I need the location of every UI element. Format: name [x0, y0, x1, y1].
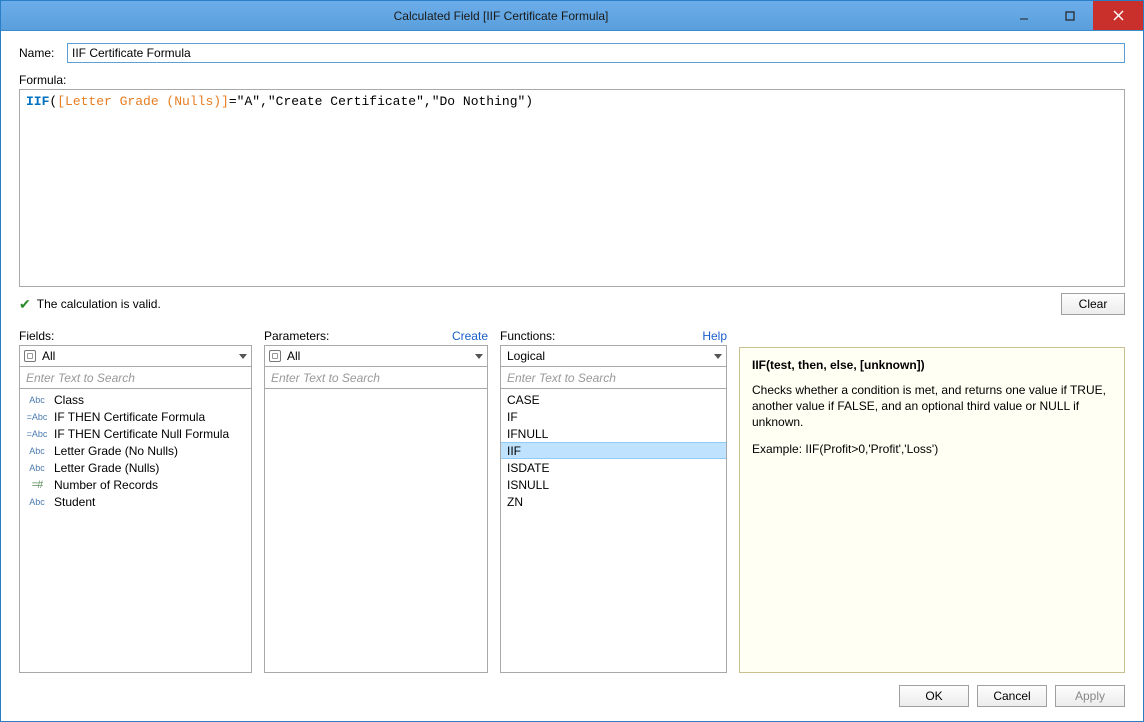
fields-dropdown[interactable]: All [19, 345, 252, 367]
list-item-label: IFNULL [507, 427, 548, 441]
list-item-label: Number of Records [54, 478, 158, 492]
functions-list[interactable]: CASE IF IFNULL IIF ISDATE ISNULL ZN [500, 389, 727, 673]
chevron-down-icon [475, 354, 483, 359]
function-help-box: IIF(test, then, else, [unknown]) Checks … [739, 347, 1125, 673]
list-item-label: CASE [507, 393, 540, 407]
fields-label: Fields: [19, 329, 54, 343]
list-item[interactable]: IIF [501, 442, 726, 459]
list-item-label: ZN [507, 495, 523, 509]
functions-label: Functions: [500, 329, 555, 343]
ok-button[interactable]: OK [899, 685, 969, 707]
window-title: Calculated Field [IIF Certificate Formul… [1, 9, 1001, 23]
list-item[interactable]: Abc Letter Grade (No Nulls) [20, 442, 251, 459]
list-item-label: IF THEN Certificate Null Formula [54, 427, 229, 441]
field-type-icon: Abc [26, 446, 48, 456]
formula-token-func: IIF [26, 94, 49, 109]
field-type-icon: =Abc [26, 429, 48, 439]
apply-button[interactable]: Apply [1055, 685, 1125, 707]
parameters-search-input[interactable] [271, 371, 481, 385]
parameters-dropdown[interactable]: All [264, 345, 488, 367]
list-item-label: Class [54, 393, 84, 407]
check-icon: ✔ [19, 296, 31, 313]
maximize-button[interactable] [1047, 1, 1093, 30]
functions-search-input[interactable] [507, 371, 720, 385]
list-item[interactable]: ZN [501, 493, 726, 510]
list-item[interactable]: ISDATE [501, 459, 726, 476]
field-type-icon: Abc [26, 463, 48, 473]
fields-search-input[interactable] [26, 371, 245, 385]
functions-dropdown[interactable]: Logical [500, 345, 727, 367]
formula-label: Formula: [19, 73, 1125, 87]
name-input[interactable] [67, 43, 1125, 63]
parameters-list[interactable] [264, 389, 488, 673]
field-type-icon: Abc [26, 497, 48, 507]
box-icon [24, 350, 36, 362]
list-item-label: IIF [507, 444, 521, 458]
list-item-label: Student [54, 495, 95, 509]
list-item-label: Letter Grade (No Nulls) [54, 444, 178, 458]
list-item[interactable]: =Abc IF THEN Certificate Null Formula [20, 425, 251, 442]
cancel-button[interactable]: Cancel [977, 685, 1047, 707]
list-item[interactable]: =# Number of Records [20, 476, 251, 493]
formula-token-field: [Letter Grade (Nulls)] [57, 94, 229, 109]
list-item-label: ISDATE [507, 461, 549, 475]
field-type-icon: =# [26, 479, 48, 491]
list-item-label: Letter Grade (Nulls) [54, 461, 159, 475]
name-label: Name: [19, 46, 59, 60]
formula-editor[interactable]: IIF([Letter Grade (Nulls)]="A","Create C… [19, 89, 1125, 287]
list-item[interactable]: Abc Student [20, 493, 251, 510]
list-item-label: ISNULL [507, 478, 549, 492]
chevron-down-icon [239, 354, 247, 359]
formula-token-rest: ="A","Create Certificate","Do Nothing") [229, 94, 533, 109]
function-description: Checks whether a condition is met, and r… [752, 382, 1112, 431]
function-example: Example: IIF(Profit>0,'Profit','Loss') [752, 441, 1112, 457]
list-item[interactable]: Abc Class [20, 391, 251, 408]
box-icon [269, 350, 281, 362]
list-item[interactable]: IF [501, 408, 726, 425]
list-item[interactable]: Abc Letter Grade (Nulls) [20, 459, 251, 476]
list-item[interactable]: CASE [501, 391, 726, 408]
minimize-button[interactable] [1001, 1, 1047, 30]
list-item[interactable]: =Abc IF THEN Certificate Formula [20, 408, 251, 425]
list-item[interactable]: IFNULL [501, 425, 726, 442]
titlebar: Calculated Field [IIF Certificate Formul… [1, 1, 1143, 31]
parameters-label: Parameters: [264, 329, 329, 343]
function-signature: IIF(test, then, else, [unknown]) [752, 358, 1112, 372]
list-item-label: IF THEN Certificate Formula [54, 410, 205, 424]
chevron-down-icon [714, 354, 722, 359]
fields-list[interactable]: AbcClass=AbcIF THEN Certificate Formula=… [19, 389, 252, 673]
list-item-label: IF [507, 410, 518, 424]
validation-text: The calculation is valid. [37, 297, 161, 311]
list-item[interactable]: ISNULL [501, 476, 726, 493]
field-type-icon: =Abc [26, 412, 48, 422]
field-type-icon: Abc [26, 395, 48, 405]
create-link[interactable]: Create [452, 329, 488, 343]
clear-button[interactable]: Clear [1061, 293, 1125, 315]
help-link[interactable]: Help [702, 329, 727, 343]
close-button[interactable] [1093, 1, 1143, 30]
